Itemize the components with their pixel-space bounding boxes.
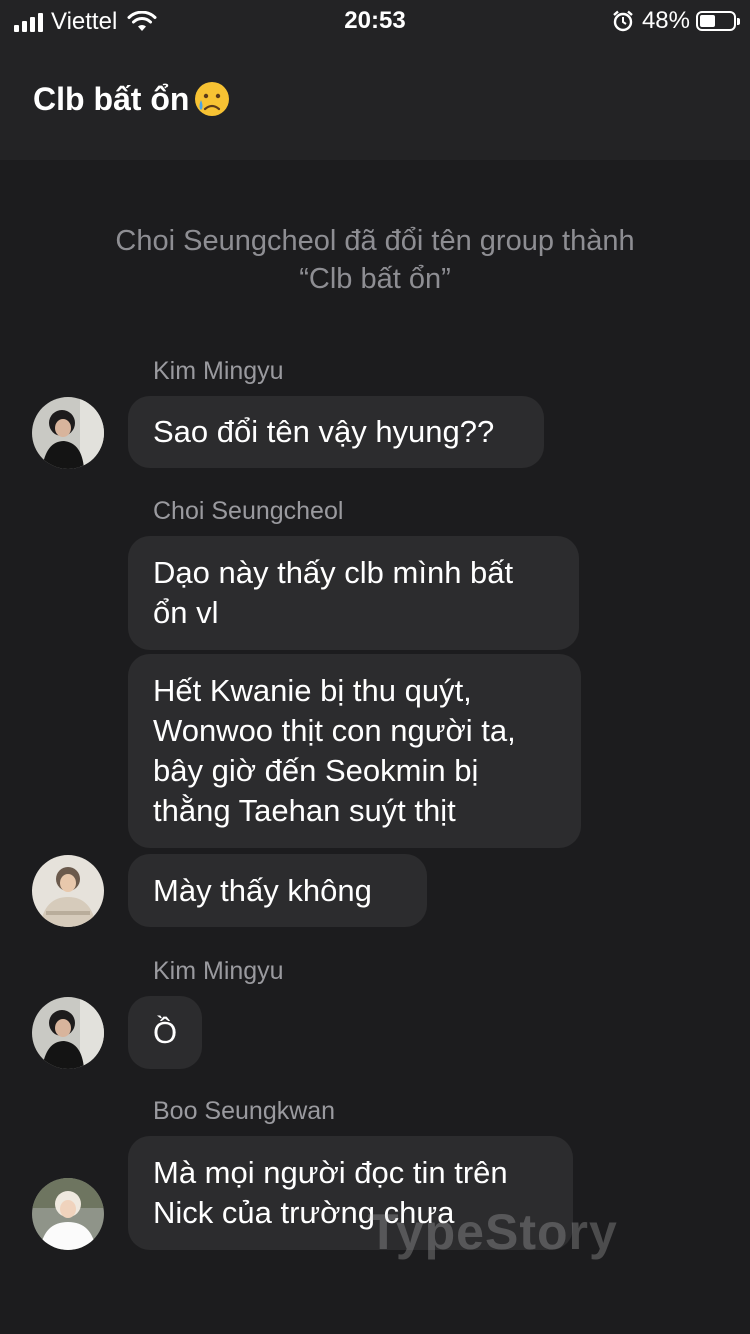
system-message: Choi Seungcheol đã đổi tên group thành “… xyxy=(115,225,635,295)
battery-percent: 48% xyxy=(641,7,690,34)
chat-title-wrap[interactable]: Clb bất ổn xyxy=(33,80,231,118)
sender-name: Kim Mingyu xyxy=(153,957,284,985)
avatar-image xyxy=(32,397,104,469)
avatar[interactable] xyxy=(32,855,104,927)
sender-name: Choi Seungcheol xyxy=(153,497,344,525)
message-bubble[interactable]: Sao đổi tên vậy hyung?? xyxy=(128,396,544,468)
message-bubble[interactable]: Ồ xyxy=(128,996,202,1069)
message-text: Hết Kwanie bị thu quýt, Wonwoo thịt con … xyxy=(153,673,516,828)
message-text: Ồ xyxy=(153,1014,178,1050)
sender-name: Boo Seungkwan xyxy=(153,1097,336,1125)
message-bubble[interactable]: Dạo này thấy clb mình bất ổn vl xyxy=(128,536,579,650)
avatar[interactable] xyxy=(32,997,104,1069)
chat-title: Clb bất ổn xyxy=(33,80,190,117)
battery-icon xyxy=(696,11,740,31)
alarm-icon xyxy=(613,10,633,32)
message-text: Dạo này thấy clb mình bất ổn vl xyxy=(153,555,514,630)
avatar[interactable] xyxy=(32,397,104,469)
crying-face-icon xyxy=(195,82,230,116)
message-bubble[interactable]: Hết Kwanie bị thu quýt, Wonwoo thịt con … xyxy=(128,654,581,848)
message-text: Sao đổi tên vậy hyung?? xyxy=(153,414,495,449)
chat-header: Clb bất ổn xyxy=(0,44,750,160)
status-right: 48% xyxy=(612,7,740,35)
message-bubble[interactable]: Mày thấy không xyxy=(128,854,427,927)
avatar[interactable] xyxy=(32,1178,104,1250)
avatar-image xyxy=(32,855,104,927)
avatar-image xyxy=(32,997,104,1069)
watermark: TypeStory xyxy=(368,1204,618,1260)
avatar-image xyxy=(32,1178,104,1250)
message-text: Mày thấy không xyxy=(153,872,372,908)
status-bar: Viettel 20:53 48% xyxy=(0,0,750,44)
sender-name: Kim Mingyu xyxy=(153,357,284,385)
